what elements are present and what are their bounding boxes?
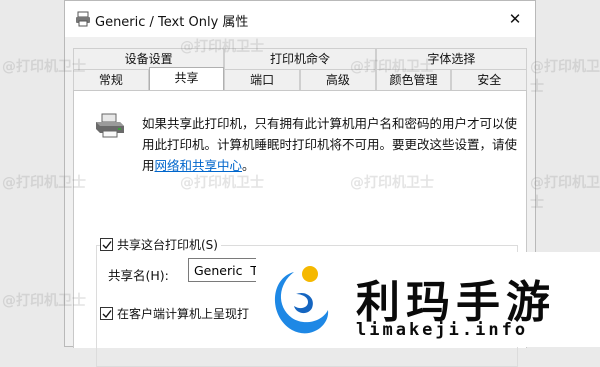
render-jobs-option[interactable]: 在客户端计算机上呈现打	[100, 305, 253, 322]
tab-general[interactable]: 常规	[73, 69, 149, 90]
render-jobs-checkbox[interactable]	[100, 307, 113, 320]
tab-color-management[interactable]: 颜色管理	[375, 69, 452, 90]
watermark: @打印机卫士	[530, 59, 600, 95]
tab-device-settings[interactable]: 设备设置	[73, 48, 225, 69]
promo-url: limakeji.info	[356, 320, 529, 340]
promo-banner: 利玛手游 limakeji.info	[256, 252, 600, 347]
close-button[interactable]: ✕	[495, 1, 535, 37]
tab-row-top: 设备设置 打印机命令 字体选择	[73, 48, 527, 69]
checkmark-icon	[102, 240, 112, 249]
printer-icon	[96, 113, 124, 138]
sharing-description: 如果共享此打印机，只有拥有此计算机用户名和密码的用户才可以使用此打印机。计算机睡…	[142, 113, 522, 176]
checkmark-icon	[102, 309, 112, 318]
share-name-label: 共享名(H):	[108, 268, 169, 283]
title-bar: Generic / Text Only 属性 ✕	[65, 1, 535, 37]
share-printer-label: 共享这台打印机(S)	[117, 238, 218, 252]
close-icon: ✕	[508, 10, 522, 28]
share-printer-checkbox[interactable]	[100, 238, 113, 251]
share-printer-option[interactable]: 共享这台打印机(S)	[100, 236, 221, 253]
tab-printer-commands[interactable]: 打印机命令	[224, 48, 376, 69]
printer-icon	[76, 11, 90, 27]
tab-ports[interactable]: 端口	[224, 69, 301, 90]
window-title: Generic / Text Only 属性	[95, 15, 249, 30]
render-jobs-label: 在客户端计算机上呈现打	[117, 307, 250, 321]
network-sharing-center-link[interactable]: 网络和共享中心	[155, 158, 243, 173]
tab-row-bottom: 常规 共享 端口 高级 颜色管理 安全	[73, 67, 528, 90]
description-suffix: 。	[242, 158, 255, 173]
tab-font-selection[interactable]: 字体选择	[375, 48, 527, 69]
tab-advanced[interactable]: 高级	[300, 69, 376, 90]
watermark: @打印机卫士	[530, 175, 600, 211]
tab-security[interactable]: 安全	[451, 69, 528, 90]
moon-swirl-logo	[274, 266, 329, 334]
tab-sharing[interactable]: 共享	[148, 67, 225, 90]
